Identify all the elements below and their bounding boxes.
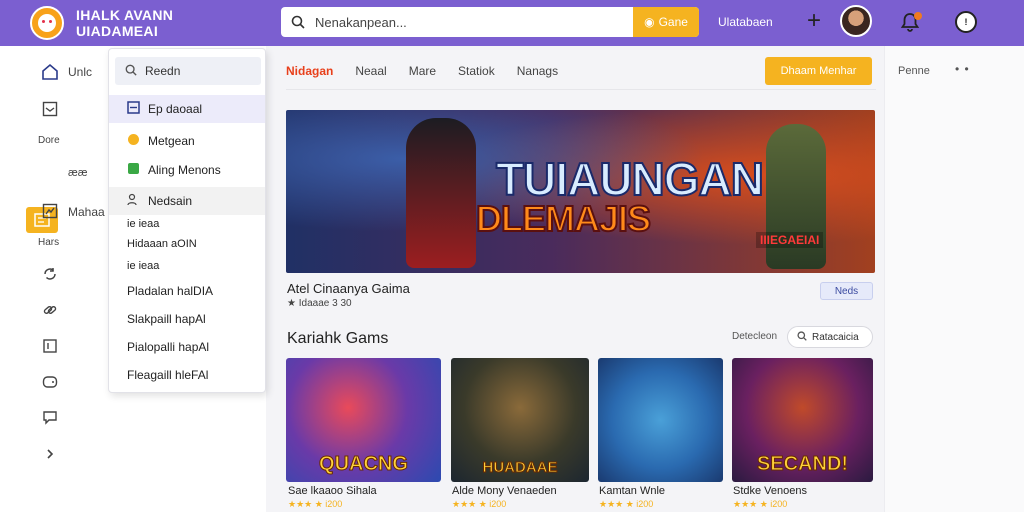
coin-icon [127,133,140,149]
search-icon [125,64,137,79]
dropdown-entry-1[interactable]: Pladalan halDIA [127,284,213,298]
top-nav-link[interactable]: Ulatabaen [718,15,773,29]
section-search-text: Ratacaicia [812,331,859,343]
refresh-icon[interactable] [40,264,60,284]
tab-5[interactable]: Nanags [517,64,558,78]
search-input[interactable] [315,14,633,30]
rail-section-a: Dore [38,135,60,146]
search-button-label: Gane [658,15,688,29]
card-art-text: HUADAAE [482,459,558,477]
media-icon[interactable] [40,201,60,221]
dropdown-item-label: Aling Menons [148,163,221,177]
dropdown-item-label: Metgean [148,134,195,148]
dropdown-entry-2[interactable]: Slakpaill hapAl [127,312,206,326]
logo-face-icon [38,14,56,32]
inbox-icon[interactable] [40,99,60,119]
card-title-3[interactable]: Kamtan Wnle [599,485,665,497]
dropdown-search-text: Reedn [145,64,181,78]
right-pane [884,46,1024,512]
plus-icon[interactable]: + [802,9,826,33]
card-meta-4: ★★★ ★ i200 [733,499,788,509]
clock-icon[interactable]: ! [955,11,977,33]
bell-icon[interactable] [898,10,922,34]
dropdown-item-1[interactable]: Ep daoaal [109,95,265,123]
dropdown-item-3[interactable]: Aling Menons [109,156,265,184]
app-logo[interactable] [30,6,64,40]
home-icon[interactable] [40,62,60,82]
dropdown-item-label: Nedsain [148,194,193,208]
dropdown-entry-3[interactable]: Pialopalli hapAl [127,340,209,354]
rail-section-b: Hars [38,237,60,248]
card-title-1[interactable]: Sae lkaaoo Sihala [288,485,377,497]
card-art-text: SECAND! [756,453,849,476]
card-meta-1: ★★★ ★ i200 [288,499,343,509]
featured-pill-button[interactable]: Neds [820,282,873,300]
card-title-2[interactable]: Alde Mony Venaeden [452,485,557,497]
rail-active-label[interactable]: ææ [68,167,88,179]
game-card-3[interactable] [598,358,723,482]
featured-banner[interactable]: TUIAUNGAN DLEMAJIS IIIEGAEIAI [286,110,875,273]
banner-tag: IIIEGAEIAI [756,232,824,248]
content-tabs: Nidagan Neaal Mare Statiok Nanags [286,64,558,78]
users-icon [127,193,140,209]
card-art-text: QUACNG [319,453,409,476]
search-button[interactable]: ◉ Gane [633,7,699,37]
dropdown-menu: Reedn Ep daoaal Metgean Aling Menons Ned… [108,48,266,393]
link-icon[interactable] [40,300,60,320]
tabs-divider [286,89,876,90]
dropdown-item-label: Ep daoaal [148,102,203,116]
brand-name[interactable]: IHALK AVANN UIADAMEAI [76,7,173,39]
tab-3[interactable]: Mare [409,64,436,78]
rail-home-label[interactable]: Unlc [68,65,92,79]
section-search[interactable]: Ratacaicia [787,326,873,348]
rail-media-label[interactable]: Mahaa [68,205,105,219]
banner-title-line-2: DLEMAJIS [475,197,652,240]
notification-dot [914,12,922,20]
section-title: Kariahk Gams [287,330,389,347]
search-icon [797,330,807,344]
game-card-1[interactable]: QUACNG [286,358,441,482]
dropdown-small-2[interactable]: Hidaaan aOIN [127,238,197,250]
banner-hero-left [406,118,476,268]
avatar[interactable] [840,5,872,37]
card-meta-3: ★★★ ★ i200 [599,499,654,509]
square-icon [127,101,140,117]
top-bar: IHALK AVANN UIADAMEAI ◉ Gane Ulatabaen +… [0,0,1024,46]
dropdown-small-1[interactable]: ie ieaa [127,218,159,230]
chevron-right-icon[interactable] [40,444,60,464]
dropdown-entry-4[interactable]: Fleagaill hleFAl [127,368,208,382]
more-link[interactable]: Penne [898,65,930,77]
dropdown-item-4[interactable]: Nedsain [109,187,265,215]
search-button-icon: ◉ [644,15,655,29]
document-icon[interactable] [40,336,60,356]
game-card-2[interactable]: HUADAAE [451,358,589,482]
tab-2[interactable]: Neaal [355,64,386,78]
section-label[interactable]: Detecleon [732,331,777,342]
tab-1[interactable]: Nidagan [286,64,333,78]
featured-title[interactable]: Atel Cinaanya Gaima [287,281,410,296]
dropdown-small-3[interactable]: ie ieaa [127,260,159,272]
search-bar: ◉ Gane [281,7,699,37]
more-dots-icon[interactable]: • • [955,62,970,76]
game-card-4[interactable]: SECAND! [732,358,873,482]
brand-line-1: IHALK AVANN [76,7,174,23]
chat-icon[interactable] [40,407,60,427]
brand-line-2: UIADAMEAI [76,23,159,39]
cta-button[interactable]: Dhaam Menhar [765,57,872,85]
leaf-icon [127,162,140,178]
featured-meta: ★ Idaaae 3 30 [287,298,352,309]
card-title-4[interactable]: Stdke Venoens [733,485,807,497]
gamepad-icon[interactable] [40,372,60,392]
search-icon [281,15,315,29]
card-meta-2: ★★★ ★ i200 [452,499,507,509]
tab-4[interactable]: Statiok [458,64,495,78]
dropdown-item-2[interactable]: Metgean [109,127,265,155]
dropdown-search[interactable]: Reedn [115,57,261,85]
